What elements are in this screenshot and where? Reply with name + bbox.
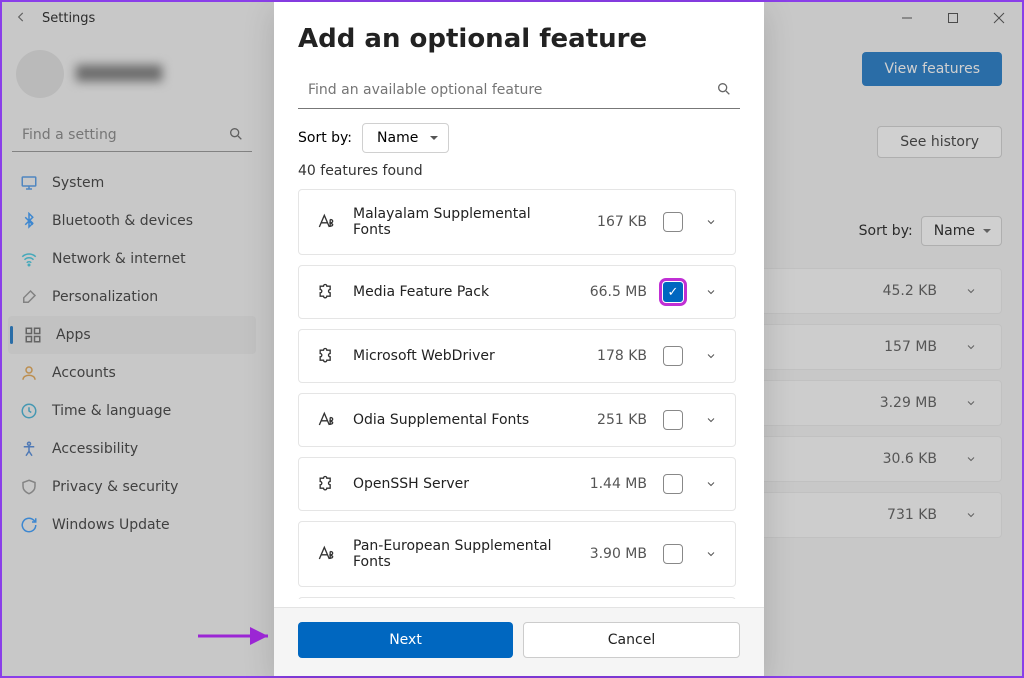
feature-size: 66.5 MB [587,284,647,300]
feature-name: Media Feature Pack [353,284,571,300]
font-icon [315,410,337,430]
dialog-search[interactable] [298,72,740,109]
chevron-down-icon[interactable] [699,478,723,490]
chevron-down-icon[interactable] [699,414,723,426]
font-icon [315,212,337,232]
feature-row[interactable]: Malayalam Supplemental Fonts 167 KB [298,189,736,255]
cancel-button[interactable]: Cancel [523,622,740,658]
chevron-down-icon[interactable] [699,286,723,298]
next-button[interactable]: Next [298,622,513,658]
dialog-sort-select[interactable]: Name [362,123,449,153]
dialog-footer: Next Cancel [274,607,764,676]
feature-size: 251 KB [587,412,647,428]
chevron-down-icon[interactable] [699,350,723,362]
feature-row[interactable]: Microsoft WebDriver 178 KB [298,329,736,383]
feature-row[interactable]: Odia Supplemental Fonts 251 KB [298,393,736,447]
dialog-search-input[interactable] [298,72,740,108]
feature-checkbox[interactable] [663,474,683,494]
feature-row[interactable]: Media Feature Pack 66.5 MB [298,265,736,319]
puzzle-icon [315,346,337,366]
chevron-down-icon[interactable] [699,548,723,560]
dialog-sort-label: Sort by: [298,130,352,146]
feature-name: Microsoft WebDriver [353,348,571,364]
feature-count: 40 features found [298,163,740,179]
feature-checkbox[interactable] [663,346,683,366]
feature-checkbox[interactable] [663,410,683,430]
puzzle-icon [315,474,337,494]
feature-checkbox[interactable] [663,282,683,302]
feature-row[interactable]: RAS Connection Manager Administration Ki… [298,597,736,599]
feature-size: 1.44 MB [587,476,647,492]
feature-name: OpenSSH Server [353,476,571,492]
puzzle-icon [315,282,337,302]
font-icon [315,544,337,564]
feature-checkbox[interactable] [663,212,683,232]
feature-list[interactable]: Malayalam Supplemental Fonts 167 KB Medi… [298,189,740,599]
feature-size: 167 KB [587,214,647,230]
feature-name: Malayalam Supplemental Fonts [353,206,571,238]
feature-size: 178 KB [587,348,647,364]
feature-checkbox[interactable] [663,544,683,564]
feature-name: Odia Supplemental Fonts [353,412,571,428]
add-optional-feature-dialog: Add an optional feature Sort by: Name 40… [274,2,764,676]
feature-size: 3.90 MB [587,546,647,562]
chevron-down-icon[interactable] [699,216,723,228]
search-icon [716,81,732,101]
annotation-arrow-icon [198,626,278,650]
feature-row[interactable]: OpenSSH Server 1.44 MB [298,457,736,511]
feature-name: Pan-European Supplemental Fonts [353,538,571,570]
dialog-title: Add an optional feature [298,24,740,54]
feature-row[interactable]: Pan-European Supplemental Fonts 3.90 MB [298,521,736,587]
